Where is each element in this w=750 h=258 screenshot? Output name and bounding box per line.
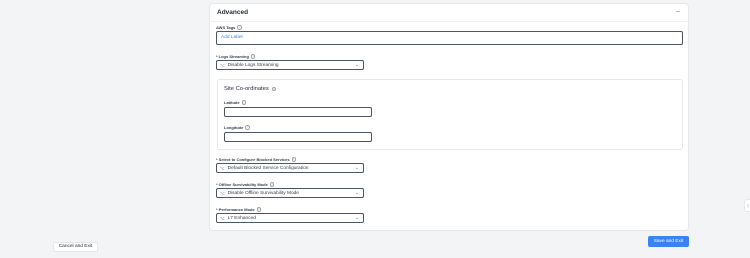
side-panel-tab[interactable]: ⟨ bbox=[744, 199, 750, 212]
info-icon[interactable]: i bbox=[250, 54, 256, 59]
collapse-icon[interactable]: – bbox=[674, 8, 682, 15]
performance-mode-label: * Performance Mode i bbox=[216, 207, 262, 212]
longitude-label-text: Longitude bbox=[224, 125, 244, 130]
logs-streaming-label-text: * Logs Streaming bbox=[216, 54, 249, 59]
latitude-label: Latitude i bbox=[224, 100, 247, 105]
offline-survivability-label-text: * Offline Survivability Mode bbox=[216, 182, 268, 187]
offline-survivability-value: Disable Offline Survivability Mode bbox=[227, 190, 299, 196]
aws-tags-label-text: AWS Tags bbox=[216, 25, 236, 30]
performance-mode-value: L7 Enhanced bbox=[227, 215, 256, 221]
info-icon[interactable]: i bbox=[256, 207, 262, 212]
chevron-down-icon: ⌄ bbox=[354, 190, 359, 196]
add-label-input[interactable]: Add Label bbox=[216, 31, 683, 45]
longitude-input[interactable] bbox=[224, 132, 372, 142]
info-icon[interactable]: i bbox=[241, 100, 247, 105]
performance-mode-select[interactable]: ⌥ L7 Enhanced ⌄ bbox=[216, 213, 364, 223]
latitude-input[interactable] bbox=[224, 107, 372, 117]
site-coordinates-title-text: Site Co-ordinates bbox=[224, 86, 269, 92]
chevron-down-icon: ⌄ bbox=[354, 165, 359, 171]
performance-mode-label-text: * Performance Mode bbox=[216, 207, 255, 212]
info-icon[interactable]: i bbox=[291, 157, 297, 162]
blocked-services-value: Default Blocked Service Configuration bbox=[227, 165, 309, 171]
offline-survivability-label: * Offline Survivability Mode i bbox=[216, 182, 275, 187]
site-coordinates-title: Site Co-ordinates i bbox=[224, 86, 277, 92]
chevron-down-icon: ⌄ bbox=[354, 62, 359, 68]
blocked-services-select[interactable]: ⌥ Default Blocked Service Configuration … bbox=[216, 163, 364, 173]
info-icon[interactable]: i bbox=[237, 25, 242, 30]
longitude-label: Longitude i bbox=[224, 125, 250, 130]
select-option-icon: ⌥ bbox=[220, 215, 225, 221]
select-option-icon: ⌥ bbox=[220, 165, 225, 171]
select-option-icon: ⌥ bbox=[220, 190, 225, 196]
section-title: Advanced bbox=[217, 9, 249, 16]
info-icon[interactable]: i bbox=[271, 86, 277, 92]
blocked-services-label-text: * Select to Configure Blocked Services bbox=[216, 157, 290, 162]
logs-streaming-value: Disable Logs Streaming bbox=[227, 62, 279, 68]
advanced-section-header[interactable]: Advanced – bbox=[210, 4, 688, 22]
logs-streaming-select[interactable]: ⌥ Disable Logs Streaming ⌄ bbox=[216, 60, 364, 70]
cancel-and-exit-button[interactable]: Cancel and Exit bbox=[53, 242, 98, 252]
site-coordinates-panel: Site Co-ordinates i Latitude i Longitude… bbox=[217, 79, 683, 150]
offline-survivability-select[interactable]: ⌥ Disable Offline Survivability Mode ⌄ bbox=[216, 188, 364, 198]
save-and-exit-button[interactable]: Save and Exit bbox=[648, 236, 689, 247]
latitude-label-text: Latitude bbox=[224, 100, 240, 105]
side-tab-icon: ⟨ bbox=[747, 203, 749, 208]
info-icon[interactable]: i bbox=[269, 182, 275, 187]
chevron-down-icon: ⌄ bbox=[354, 215, 359, 221]
logs-streaming-label: * Logs Streaming i bbox=[216, 54, 256, 59]
aws-tags-label: AWS Tags i bbox=[216, 25, 242, 30]
select-option-icon: ⌥ bbox=[220, 62, 225, 68]
info-icon[interactable]: i bbox=[245, 125, 250, 130]
advanced-section-card: Advanced – AWS Tags i Add Label * Logs S… bbox=[209, 3, 689, 231]
blocked-services-label: * Select to Configure Blocked Services i bbox=[216, 157, 297, 162]
